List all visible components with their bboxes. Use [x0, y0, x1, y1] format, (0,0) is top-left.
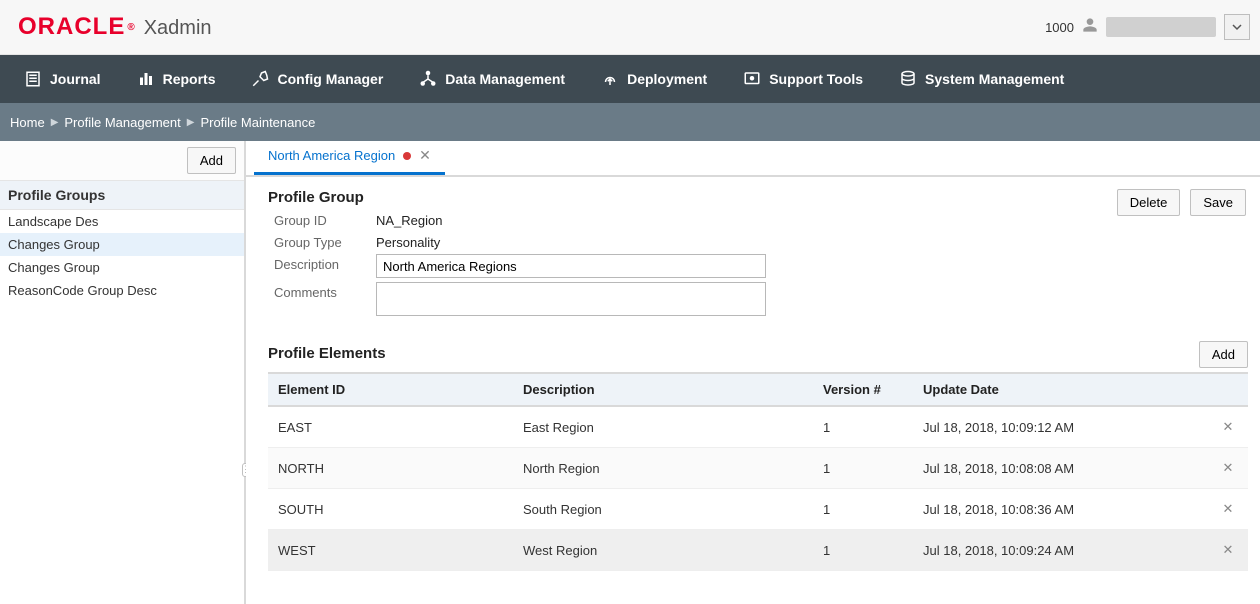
brand: ORACLE® Xadmin: [18, 13, 212, 41]
app-title: Xadmin: [144, 17, 212, 40]
sidebar-toolbar: Add: [0, 141, 244, 181]
cell-version: 1: [813, 406, 913, 448]
label-group-id: Group ID: [274, 210, 366, 228]
dirty-indicator-icon: [403, 152, 411, 160]
close-icon[interactable]: ✕: [419, 147, 431, 164]
tab-label: North America Region: [268, 148, 395, 163]
cell-element-id: WEST: [268, 530, 513, 571]
sidebar-list: Landscape Des Changes Group Changes Grou…: [0, 210, 244, 302]
tab-north-america-region[interactable]: North America Region ✕: [254, 139, 445, 175]
cell-update-date: Jul 18, 2018, 10:09:12 AM: [913, 406, 1208, 448]
user-name-placeholder[interactable]: [1106, 17, 1216, 37]
nav-label: Data Management: [445, 71, 565, 87]
main-panel: North America Region ✕ Profile Group Gro…: [246, 141, 1260, 604]
nav-label: Journal: [50, 71, 101, 87]
elements-add-button[interactable]: Add: [1199, 341, 1248, 368]
profile-elements-header-row: Profile Elements Add: [268, 341, 1248, 368]
profile-group-actions: Delete Save: [1117, 187, 1248, 216]
save-button[interactable]: Save: [1190, 189, 1246, 216]
table-row[interactable]: WEST West Region 1 Jul 18, 2018, 10:09:2…: [268, 530, 1248, 571]
header-right: 1000: [1045, 14, 1250, 40]
label-comments: Comments: [274, 282, 366, 319]
table-row[interactable]: SOUTH South Region 1 Jul 18, 2018, 10:08…: [268, 489, 1248, 530]
nav-label: Support Tools: [769, 71, 863, 87]
row-delete-icon[interactable]: ✕: [1208, 448, 1248, 489]
profile-group-title: Profile Group: [268, 189, 766, 206]
row-delete-icon[interactable]: ✕: [1208, 406, 1248, 448]
cell-element-id: SOUTH: [268, 489, 513, 530]
oracle-logo: ORACLE®: [18, 13, 136, 41]
table-row[interactable]: NORTH North Region 1 Jul 18, 2018, 10:08…: [268, 448, 1248, 489]
nav-label: Reports: [163, 71, 216, 87]
main-nav: Journal Reports Config Manager Data Mana…: [0, 55, 1260, 103]
cell-update-date: Jul 18, 2018, 10:08:36 AM: [913, 489, 1208, 530]
nav-deployment[interactable]: Deployment: [583, 55, 725, 103]
col-description[interactable]: Description: [513, 373, 813, 406]
col-update-date[interactable]: Update Date: [913, 373, 1208, 406]
body-area: Add Profile Groups Landscape Des Changes…: [0, 141, 1260, 604]
description-input[interactable]: [376, 254, 766, 278]
nav-config-manager[interactable]: Config Manager: [233, 55, 401, 103]
sidebar-item-changes-group[interactable]: Changes Group: [0, 233, 244, 256]
nav-reports[interactable]: Reports: [119, 55, 234, 103]
user-menu-toggle[interactable]: [1224, 14, 1250, 40]
col-version[interactable]: Version #: [813, 373, 913, 406]
sidebar: Add Profile Groups Landscape Des Changes…: [0, 141, 246, 604]
label-description: Description: [274, 254, 366, 278]
col-actions: [1208, 373, 1248, 406]
sidebar-item-changes-group-2[interactable]: Changes Group: [0, 256, 244, 279]
value-group-id: NA_Region: [376, 210, 766, 228]
crumb-profile-management[interactable]: Profile Management: [64, 115, 180, 130]
nav-label: Deployment: [627, 71, 707, 87]
sidebar-add-button[interactable]: Add: [187, 147, 236, 174]
crumb-home[interactable]: Home: [10, 115, 45, 130]
crumb-profile-maintenance[interactable]: Profile Maintenance: [200, 115, 315, 130]
profile-elements-title: Profile Elements: [268, 345, 386, 362]
nav-label: System Management: [925, 71, 1064, 87]
breadcrumb: Home ▶ Profile Management ▶ Profile Main…: [0, 103, 1260, 141]
user-icon: [1082, 17, 1098, 38]
delete-button[interactable]: Delete: [1117, 189, 1181, 216]
nav-support-tools[interactable]: Support Tools: [725, 55, 881, 103]
cell-version: 1: [813, 489, 913, 530]
tabs: North America Region ✕: [246, 141, 1260, 177]
cell-update-date: Jul 18, 2018, 10:09:24 AM: [913, 530, 1208, 571]
sidebar-heading: Profile Groups: [0, 181, 244, 210]
oracle-logo-reg: ®: [127, 22, 135, 33]
sidebar-item-reasoncode-group-desc[interactable]: ReasonCode Group Desc: [0, 279, 244, 302]
nav-journal[interactable]: Journal: [6, 55, 119, 103]
cell-version: 1: [813, 530, 913, 571]
nav-data-management[interactable]: Data Management: [401, 55, 583, 103]
profile-group-form: Group ID NA_Region Group Type Personalit…: [274, 210, 766, 319]
tenant-id: 1000: [1045, 20, 1074, 35]
cell-description: West Region: [513, 530, 813, 571]
comments-textarea[interactable]: [376, 282, 766, 316]
cell-description: North Region: [513, 448, 813, 489]
cell-description: South Region: [513, 489, 813, 530]
app-header: ORACLE® Xadmin 1000: [0, 0, 1260, 55]
chevron-right-icon: ▶: [187, 117, 195, 128]
nav-label: Config Manager: [277, 71, 383, 87]
label-group-type: Group Type: [274, 232, 366, 250]
chevron-right-icon: ▶: [51, 117, 59, 128]
cell-element-id: EAST: [268, 406, 513, 448]
value-group-type: Personality: [376, 232, 766, 250]
nav-system-management[interactable]: System Management: [881, 55, 1082, 103]
cell-description: East Region: [513, 406, 813, 448]
table-row[interactable]: EAST East Region 1 Jul 18, 2018, 10:09:1…: [268, 406, 1248, 448]
cell-version: 1: [813, 448, 913, 489]
row-delete-icon[interactable]: ✕: [1208, 530, 1248, 571]
table-header-row: Element ID Description Version # Update …: [268, 373, 1248, 406]
profile-elements-table: Element ID Description Version # Update …: [268, 372, 1248, 571]
profile-group-header-row: Profile Group Group ID NA_Region Group T…: [268, 187, 1248, 319]
oracle-logo-text: ORACLE: [18, 13, 125, 41]
content: Profile Group Group ID NA_Region Group T…: [246, 177, 1260, 581]
cell-element-id: NORTH: [268, 448, 513, 489]
row-delete-icon[interactable]: ✕: [1208, 489, 1248, 530]
col-element-id[interactable]: Element ID: [268, 373, 513, 406]
cell-update-date: Jul 18, 2018, 10:08:08 AM: [913, 448, 1208, 489]
sidebar-item-landscape-des[interactable]: Landscape Des: [0, 210, 244, 233]
